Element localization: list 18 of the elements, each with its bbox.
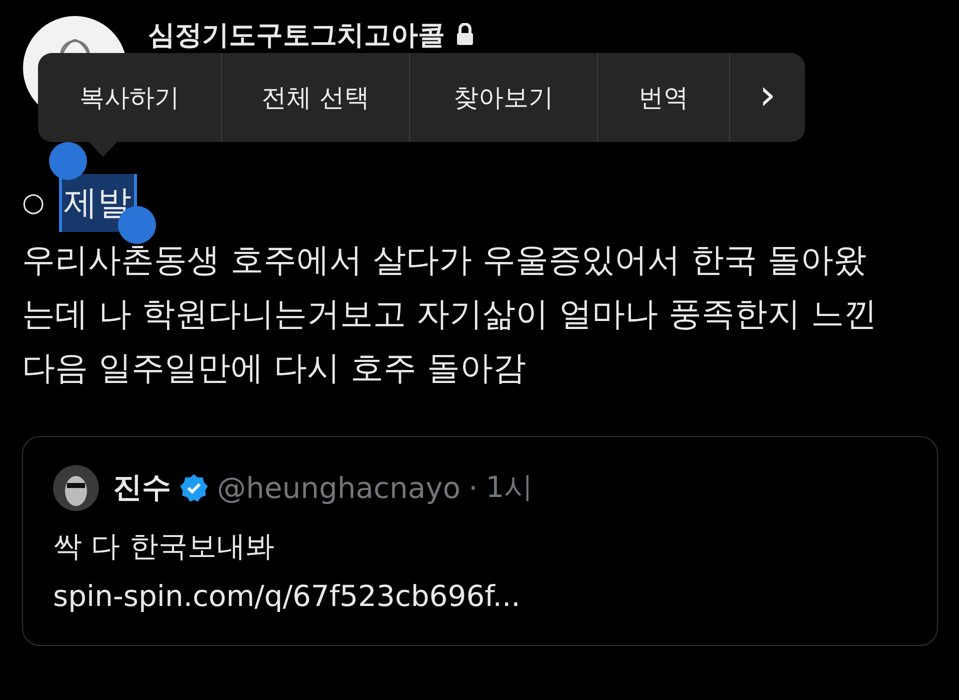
- post-text-line: 는데 나 학원다니는거보고 자기삶이 얼마나 풍족한지 느낀: [22, 293, 878, 335]
- menu-item[interactable]: 찾아보기: [410, 53, 598, 142]
- quote-card[interactable]: 진수 @heunghacnayo · 1시 싹 다 한국보내봐 spin-spin.com/q/67f523cb696f...: [22, 436, 938, 646]
- quote-handle: @heunghacnayo: [217, 471, 461, 505]
- quote-time: 1시: [486, 469, 534, 506]
- quote-avatar: [53, 465, 99, 511]
- menu-item[interactable]: 번역: [598, 53, 730, 142]
- post-text-line: 우리사촌동생 호주에서 살다가 우울증있어서 한국 돌아왔: [22, 239, 868, 281]
- separator-dot: ·: [468, 471, 478, 505]
- author-name: 심정기도구토그치고아콜: [148, 19, 445, 53]
- selection-handle[interactable]: [49, 142, 87, 180]
- menu-item[interactable]: 전체 선택: [222, 53, 410, 142]
- post-text-line: 다음 일주일만에 다시 호주 돌아감: [22, 347, 527, 389]
- quote-link[interactable]: spin-spin.com/q/67f523cb696f...: [53, 573, 907, 619]
- quote-author-name: 진수: [113, 469, 171, 506]
- more-button[interactable]: ›: [730, 53, 805, 142]
- quote-text: 싹 다 한국보내봐: [53, 528, 276, 565]
- bullet-mark: ○: [22, 188, 45, 218]
